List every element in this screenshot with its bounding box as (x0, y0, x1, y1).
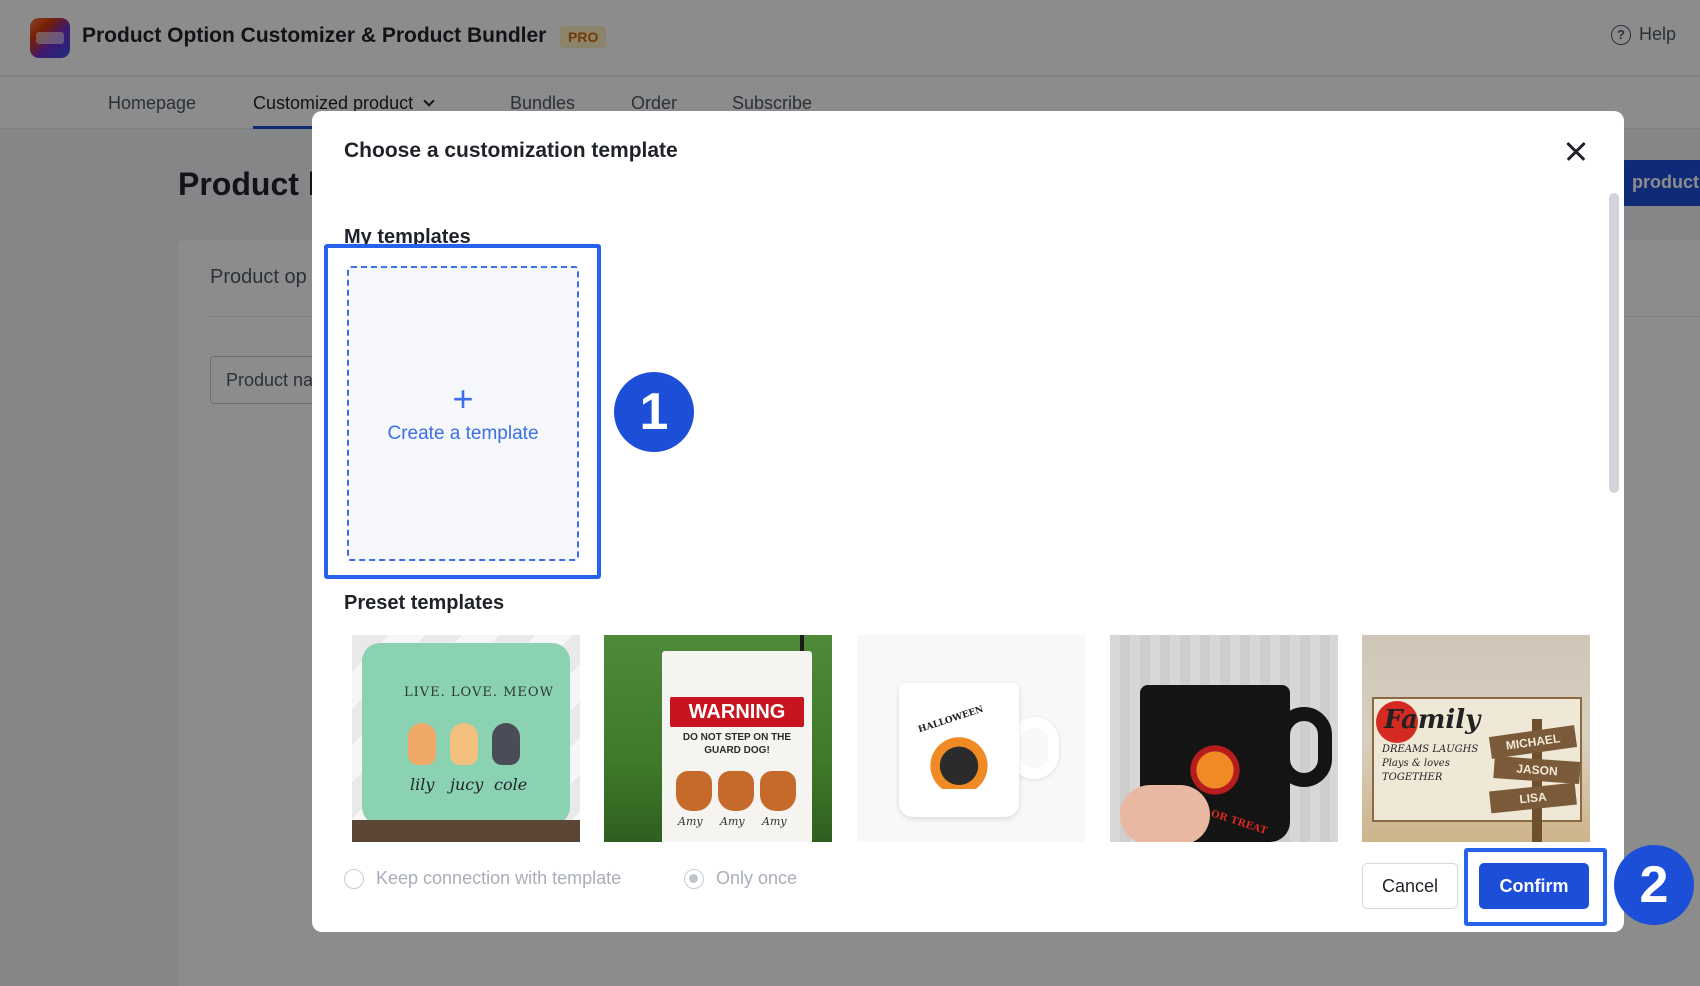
halloween-house-art (927, 731, 991, 789)
preset-template-family-wood-sign[interactable]: Family DREAMS LAUGHS Plays & loves TOGET… (1362, 635, 1590, 842)
preset-text: Family (1384, 705, 1481, 735)
dog-illustration (718, 771, 754, 811)
preset-text: LIVE. LOVE. MEOW (404, 685, 554, 700)
preset-name: Amy (720, 815, 745, 828)
cat-illustration (450, 723, 478, 765)
preset-name: Amy (762, 815, 787, 828)
wood-base (352, 820, 580, 842)
radio-keep-connection-dot (344, 868, 364, 889)
preset-name: lily (410, 775, 435, 794)
warning-banner: WARNING (670, 697, 804, 727)
radio-only-once[interactable]: Only once (684, 868, 797, 889)
preset-template-cat-pillow[interactable]: LIVE. LOVE. MEOW lily jucy cole (352, 635, 580, 842)
radio-only-once-label: Only once (716, 868, 798, 888)
annotation-highlight-confirm (1464, 848, 1607, 926)
cat-illustration (492, 723, 520, 765)
preset-subtext: DO NOT STEP ON THE GUARD DOG! (682, 732, 792, 756)
radio-keep-connection-label: Keep connection with template (376, 868, 622, 888)
garden-flag-image: WARNING DO NOT STEP ON THE GUARD DOG! Am… (662, 651, 812, 842)
close-icon[interactable] (1562, 137, 1590, 165)
preset-template-halloween-black-mug[interactable]: TRICK OR TREAT (1110, 635, 1338, 842)
dog-illustration (676, 771, 712, 811)
hand-image (1120, 785, 1210, 842)
preset-name: jucy (450, 775, 484, 794)
annotation-highlight-create-template (324, 244, 601, 579)
dog-illustration (760, 771, 796, 811)
preset-templates-label: Preset templates (344, 592, 505, 614)
annotation-step-2-badge: 2 (1614, 845, 1694, 925)
preset-template-halloween-white-mug[interactable]: HALLOWEEN (857, 635, 1085, 842)
preset-template-dog-flag[interactable]: WARNING DO NOT STEP ON THE GUARD DOG! Am… (604, 635, 832, 842)
modal-title: Choose a customization template (344, 139, 678, 162)
preset-name: cole (494, 775, 528, 794)
cat-illustration (408, 723, 436, 765)
modal-scrollbar[interactable] (1609, 193, 1619, 493)
preset-name: Amy (678, 815, 703, 828)
cancel-button[interactable]: Cancel (1362, 863, 1458, 909)
preset-subtext: DREAMS LAUGHS Plays & loves TOGETHER (1382, 744, 1479, 783)
radio-keep-connection[interactable]: Keep connection with template (344, 868, 621, 889)
annotation-step-1-badge: 1 (614, 372, 694, 452)
radio-only-once-dot (684, 868, 704, 889)
